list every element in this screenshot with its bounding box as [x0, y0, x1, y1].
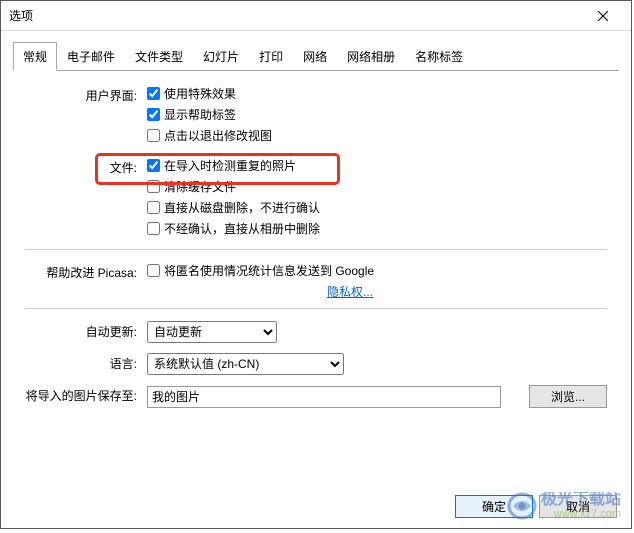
- row-saveloc: 将导入的图片保存至: 浏览...: [25, 385, 607, 408]
- tab-general[interactable]: 常规: [13, 42, 57, 71]
- row-improve: 帮助改进 Picasa: 将匿名使用情况统计信息发送到 Google 隐私权..…: [25, 262, 607, 300]
- label-ui: 用户界面:: [25, 85, 147, 104]
- check-clear-cache[interactable]: [147, 180, 160, 193]
- separator-2: [25, 308, 607, 309]
- check-help-labels[interactable]: [147, 108, 160, 121]
- close-icon: [598, 11, 608, 21]
- check-special-effects-label: 使用特殊效果: [164, 85, 236, 102]
- row-ui: 用户界面: 使用特殊效果 显示帮助标签 点击以退出修改视图: [25, 85, 607, 148]
- titlebar: 选项: [1, 1, 631, 31]
- separator-1: [25, 249, 607, 250]
- content-area: 常规 电子邮件 文件类型 幻灯片 打印 网络 网络相册 名称标签 用户界面: 使…: [1, 31, 631, 419]
- label-saveloc: 将导入的图片保存至:: [25, 385, 147, 404]
- button-bar: 确定 取消: [449, 495, 617, 518]
- check-detect-dup[interactable]: [147, 159, 160, 172]
- cancel-button[interactable]: 取消: [539, 495, 617, 518]
- check-album-delete-noconfirm[interactable]: [147, 222, 160, 235]
- tab-webalbum[interactable]: 网络相册: [337, 42, 405, 71]
- privacy-link[interactable]: 隐私权...: [327, 285, 373, 299]
- check-album-delete-noconfirm-label: 不经确认，直接从相册中删除: [164, 220, 320, 237]
- label-improve: 帮助改进 Picasa:: [25, 262, 147, 281]
- row-language: 语言: 系统默认值 (zh-CN): [25, 353, 607, 375]
- row-file: 文件: 在导入时检测重复的照片 清除缓存文件 直接从磁盘删除，不进行确认 不经确…: [25, 157, 607, 241]
- check-help-labels-label: 显示帮助标签: [164, 106, 236, 123]
- close-button[interactable]: [583, 2, 623, 30]
- check-delete-noconfirm-label: 直接从磁盘删除，不进行确认: [164, 199, 320, 216]
- tab-strip: 常规 电子邮件 文件类型 幻灯片 打印 网络 网络相册 名称标签: [13, 41, 619, 71]
- ok-button[interactable]: 确定: [455, 495, 533, 518]
- check-send-stats-label: 将匿名使用情况统计信息发送到 Google: [164, 262, 374, 279]
- check-delete-noconfirm[interactable]: [147, 201, 160, 214]
- check-click-exit-edit-label: 点击以退出修改视图: [164, 127, 272, 144]
- tab-slideshow[interactable]: 幻灯片: [193, 42, 249, 71]
- saveloc-input[interactable]: [147, 386, 501, 408]
- label-language: 语言:: [25, 353, 147, 372]
- tab-email[interactable]: 电子邮件: [57, 42, 125, 71]
- options-dialog: 选项 常规 电子邮件 文件类型 幻灯片 打印 网络 网络相册 名称标签 用户界面…: [0, 0, 632, 529]
- row-autoupdate: 自动更新: 自动更新: [25, 321, 607, 343]
- tab-nametag[interactable]: 名称标签: [405, 42, 473, 71]
- label-file: 文件:: [25, 157, 147, 176]
- tab-body-general: 用户界面: 使用特殊效果 显示帮助标签 点击以退出修改视图 文件: 在导入时检测…: [13, 71, 619, 419]
- tab-print[interactable]: 打印: [249, 42, 293, 71]
- language-select[interactable]: 系统默认值 (zh-CN): [147, 353, 344, 375]
- check-detect-dup-label: 在导入时检测重复的照片: [164, 157, 296, 174]
- autoupdate-select[interactable]: 自动更新: [147, 321, 277, 343]
- check-send-stats[interactable]: [147, 264, 160, 277]
- check-special-effects[interactable]: [147, 87, 160, 100]
- tab-network[interactable]: 网络: [293, 42, 337, 71]
- label-autoupdate: 自动更新:: [25, 321, 147, 340]
- check-click-exit-edit[interactable]: [147, 129, 160, 142]
- browse-button[interactable]: 浏览...: [529, 385, 607, 408]
- window-title: 选项: [9, 7, 583, 24]
- tab-filetypes[interactable]: 文件类型: [125, 42, 193, 71]
- check-clear-cache-label: 清除缓存文件: [164, 178, 236, 195]
